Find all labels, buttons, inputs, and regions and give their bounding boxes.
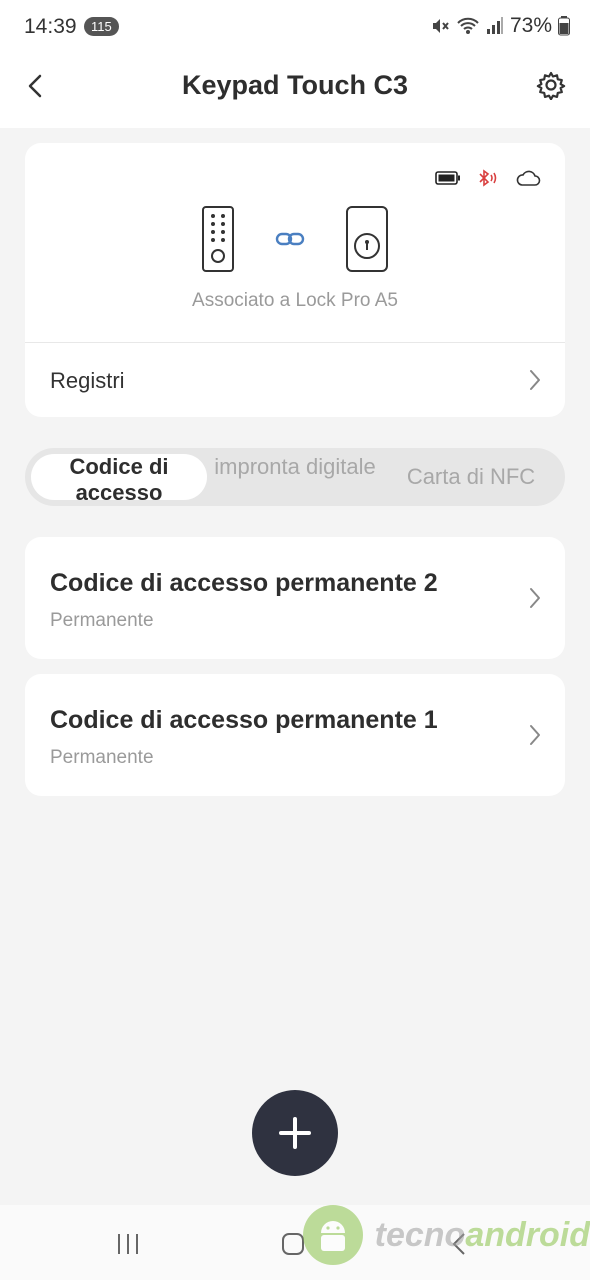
chevron-right-icon [530,725,540,745]
cloud-icon [516,170,541,186]
add-button[interactable] [252,1090,338,1176]
mute-icon [432,19,449,33]
registri-label: Registri [50,368,125,393]
recent-apps-icon[interactable] [116,1232,140,1256]
watermark-logo: tecno android [302,1200,590,1270]
lock-icon [346,206,388,272]
chevron-right-icon [530,370,540,390]
tab-impronta-digitale[interactable]: impronta digitale [207,454,383,500]
status-time: 14:39 [24,15,77,38]
status-bar: 14:39 115 73% [0,0,590,56]
signal-icon [486,17,503,34]
android-robot-icon [302,1205,363,1265]
home-icon[interactable] [281,1232,305,1256]
code-title: Codice di accesso permanente 2 [50,569,438,597]
list-item[interactable]: Codice di accesso permanente 1 Permanent… [25,674,565,796]
associated-lock-text: Associato a Lock Pro A5 [192,290,398,311]
notification-count-badge: 115 [84,17,119,36]
chevron-right-icon [530,588,540,608]
device-status-icons [435,169,541,187]
code-subtitle: Permanente [50,610,154,631]
bluetooth-icon [479,169,497,187]
device-pairing-graphic [25,205,565,273]
credential-tabs: Codice di accesso impronta digitale Cart… [25,448,565,506]
keypad-icon [202,206,234,272]
battery-percent: 73% [509,14,552,37]
device-card: Associato a Lock Pro A5 Registri [25,143,565,417]
watermark-text: tecno [374,1215,466,1254]
battery-icon [558,16,570,36]
watermark-text: android [465,1215,590,1254]
app-header: Keypad Touch C3 [0,56,590,128]
code-title: Codice di accesso permanente 1 [50,706,438,734]
tab-carta-di-nfc[interactable]: Carta di NFC [383,454,559,500]
list-item[interactable]: Codice di accesso permanente 2 Permanent… [25,537,565,659]
tab-codice-di-accesso[interactable]: Codice di accesso [31,454,207,500]
link-icon [275,232,305,246]
battery-icon [435,171,460,185]
plus-icon [279,1117,311,1149]
status-icons: 73% [430,14,570,38]
wifi-icon [457,17,479,34]
registri-row[interactable]: Registri [25,343,565,417]
page-title: Keypad Touch C3 [181,70,409,100]
gear-icon[interactable] [536,70,566,100]
code-subtitle: Permanente [50,747,154,768]
